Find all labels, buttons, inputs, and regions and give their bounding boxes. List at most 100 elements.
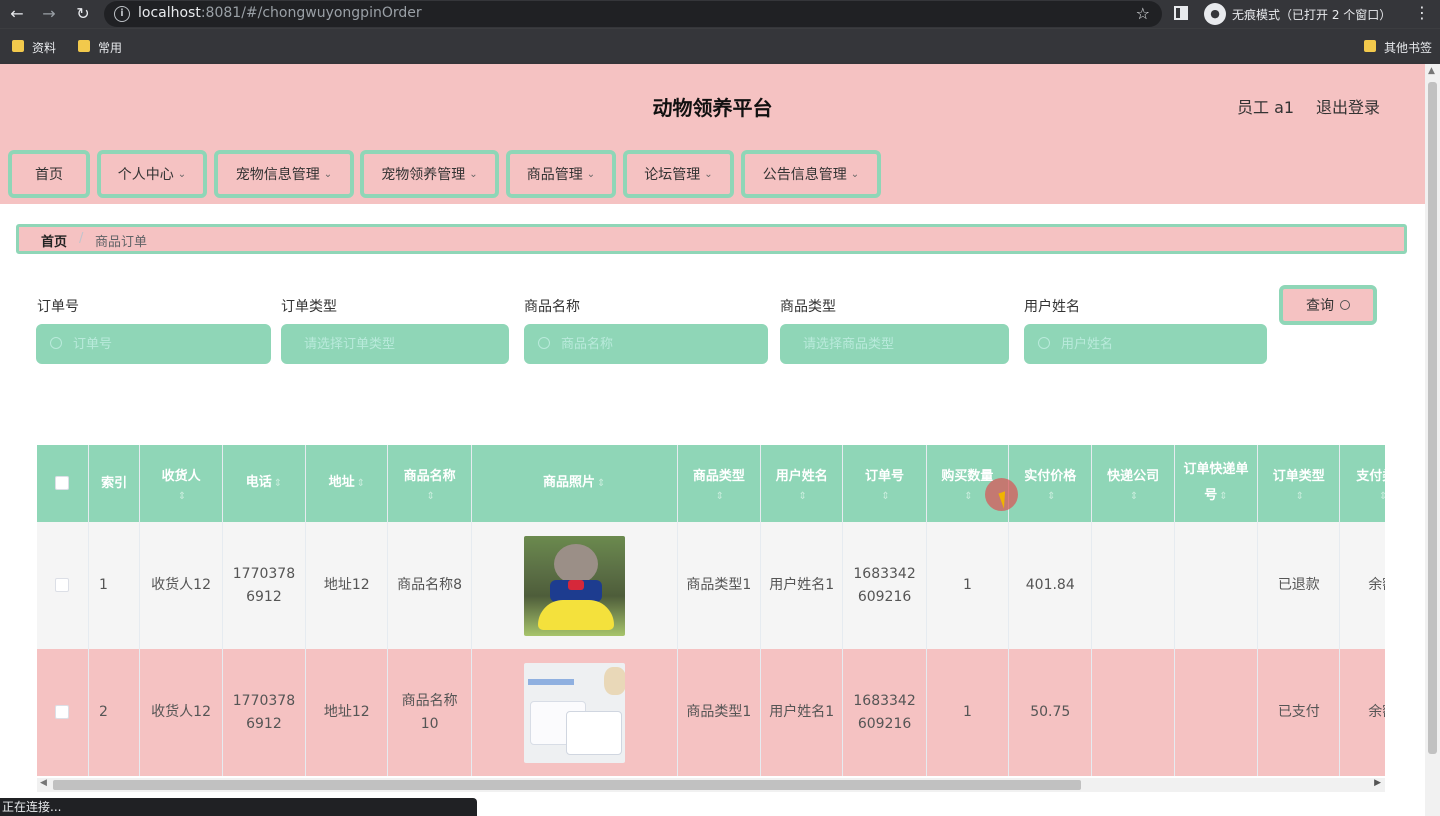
folder-icon [12,40,24,52]
sort-icon[interactable]: ⇕ [274,471,282,497]
sort-icon[interactable]: ⇕ [684,490,756,504]
url-text[interactable]: localhost:8081/#/chongwuyongpinOrder [138,5,422,21]
cell-courier [1091,649,1175,776]
col-header-pay-type[interactable]: 支付类型⇕ [1339,445,1385,522]
cell-receiver: 收货人12 [139,649,223,776]
breadcrumb: 首页 / 商品订单 [16,224,1407,254]
incognito-icon[interactable]: ● [1204,3,1226,25]
chevron-down-icon: ⌄ [469,168,478,180]
sort-icon[interactable]: ⇕ [1219,484,1227,510]
sort-icon[interactable]: ⇕ [849,490,921,504]
sort-icon[interactable]: ⇕ [1346,490,1385,504]
row-checkbox[interactable] [37,649,89,776]
user-name-input[interactable] [1024,324,1267,364]
order-no-input[interactable] [36,324,271,364]
col-header-product-type[interactable]: 商品类型 ⇕ [677,445,762,522]
menu-personal-center[interactable]: 个人中心 ⌄ [97,150,207,198]
scrollbar-thumb[interactable] [53,780,1081,790]
cell-tracking-no [1174,522,1259,649]
address-bar[interactable]: i localhost:8081/#/chongwuyongpinOrder ☆ [104,1,1162,27]
side-panel-icon[interactable] [1174,6,1188,20]
col-header-receiver[interactable]: 收货人 ⇕ [139,445,223,522]
chevron-down-icon: ⌄ [704,168,713,180]
col-header-index: 索引 [88,445,141,522]
menu-products[interactable]: 商品管理 ⌄ [506,150,616,198]
scroll-up-icon[interactable]: ▲ [1428,66,1435,76]
bookmark-folder-common[interactable]: 常用 [78,39,122,56]
cell-courier [1091,522,1175,649]
col-header-order-no[interactable]: 订单号 ⇕ [842,445,927,522]
sort-icon[interactable]: ⇕ [597,471,605,497]
menu-forum[interactable]: 论坛管理 ⌄ [623,150,734,198]
logout-link[interactable]: 退出登录 [1316,94,1380,118]
search-icon [1038,337,1050,349]
scroll-left-icon[interactable]: ◀ [40,778,47,788]
info-icon[interactable]: i [114,6,130,22]
app-header: 动物领养平台 员工 a1 退出登录 [0,64,1425,144]
cell-address: 地址12 [305,649,389,776]
scrollbar-thumb[interactable] [1428,82,1437,754]
col-header-tracking-no[interactable]: 订单快递单号 ⇕ [1174,445,1259,522]
col-header-product-name[interactable]: 商品名称 ⇕ [387,445,472,522]
bookmark-folder-resources[interactable]: 资料 [12,39,56,56]
user-name-label: 用户姓名 [1024,299,1080,315]
menu-home[interactable]: 首页 [8,150,90,198]
table-horizontal-scrollbar[interactable]: ◀ ▶ [37,778,1385,792]
sort-icon[interactable]: ⇕ [357,471,365,497]
menu-pet-info[interactable]: 宠物信息管理 ⌄ [214,150,354,198]
sort-icon[interactable]: ⇕ [146,490,217,504]
sort-icon[interactable]: ⇕ [1264,490,1335,504]
menu-notices[interactable]: 公告信息管理 ⌄ [741,150,881,198]
select-all-checkbox[interactable] [37,445,89,522]
forward-icon[interactable]: → [38,3,60,25]
main-menu: 首页 个人中心 ⌄ 宠物信息管理 ⌄ 宠物领养管理 ⌄ 商品管理 ⌄ 论坛管理 ⌄ 公告信… [0,144,1425,204]
reload-icon[interactable]: ↻ [72,3,94,25]
folder-icon [78,40,90,52]
col-header-product-photo[interactable]: 商品照片 ⇕ [471,445,678,522]
table-row[interactable]: 2 收货人12 17703786912 地址12 商品名称10 商品类型1 用户… [37,649,1385,776]
cell-pay-type: 余额 [1339,522,1385,649]
page-vertical-scrollbar[interactable]: ▲ [1425,64,1440,816]
product-name-label: 商品名称 [524,299,580,315]
scroll-right-icon[interactable]: ▶ [1374,778,1381,788]
col-header-user-name[interactable]: 用户姓名 ⇕ [760,445,844,522]
col-header-courier[interactable]: 快递公司 ⇕ [1091,445,1175,522]
col-header-phone[interactable]: 电话 ⇕ [222,445,307,522]
product-type-select[interactable] [780,324,1009,364]
table-row[interactable]: 1 收货人12 17703786912 地址12 商品名称8 商品类型1 用户姓… [37,522,1385,649]
col-header-order-type[interactable]: 订单类型 ⇕ [1257,445,1341,522]
cell-pay-type: 余额 [1339,649,1385,776]
menu-pet-adoption[interactable]: 宠物领养管理 ⌄ [360,150,499,198]
col-header-address[interactable]: 地址 ⇕ [305,445,389,522]
order-type-select[interactable] [281,324,509,364]
browser-toolbar: ← → ↻ i localhost:8081/#/chongwuyongpinO… [0,0,1440,28]
col-header-price[interactable]: 实付价格 ⇕ [1008,445,1093,522]
search-icon [1340,300,1350,310]
back-icon[interactable]: ← [6,3,28,25]
bookmark-star-icon[interactable]: ☆ [1136,4,1150,23]
cell-order-no: 1683342609216 [842,649,927,776]
cell-user-name: 用户姓名1 [760,649,844,776]
search-icon [538,337,550,349]
product-photo-wipes[interactable] [523,662,625,763]
incognito-label[interactable]: 无痕模式（已打开 2 个窗口） [1232,6,1391,23]
breadcrumb-home[interactable]: 首页 [41,231,67,250]
cell-user-name: 用户姓名1 [760,522,844,649]
cell-quantity: 1 [926,649,1010,776]
sort-icon[interactable]: ⇕ [767,490,838,504]
chevron-down-icon: ⌄ [323,168,333,180]
cell-order-type: 已退款 [1257,522,1341,649]
bookmark-folder-other[interactable]: 其他书签 [1364,39,1432,56]
product-photo-dog-dress[interactable] [523,535,625,636]
sort-icon[interactable]: ⇕ [1015,490,1087,504]
query-button[interactable]: 查询 [1279,285,1377,325]
sort-icon[interactable]: ⇕ [394,490,466,504]
browser-menu-icon[interactable]: ⋮ [1414,3,1430,22]
sort-icon[interactable]: ⇕ [1098,490,1169,504]
product-name-input[interactable] [524,324,768,364]
row-checkbox[interactable] [37,522,89,649]
chevron-down-icon: ⌄ [177,168,187,180]
cell-tracking-no [1174,649,1259,776]
cell-product-photo [471,522,678,649]
cell-product-name: 商品名称8 [387,522,472,649]
